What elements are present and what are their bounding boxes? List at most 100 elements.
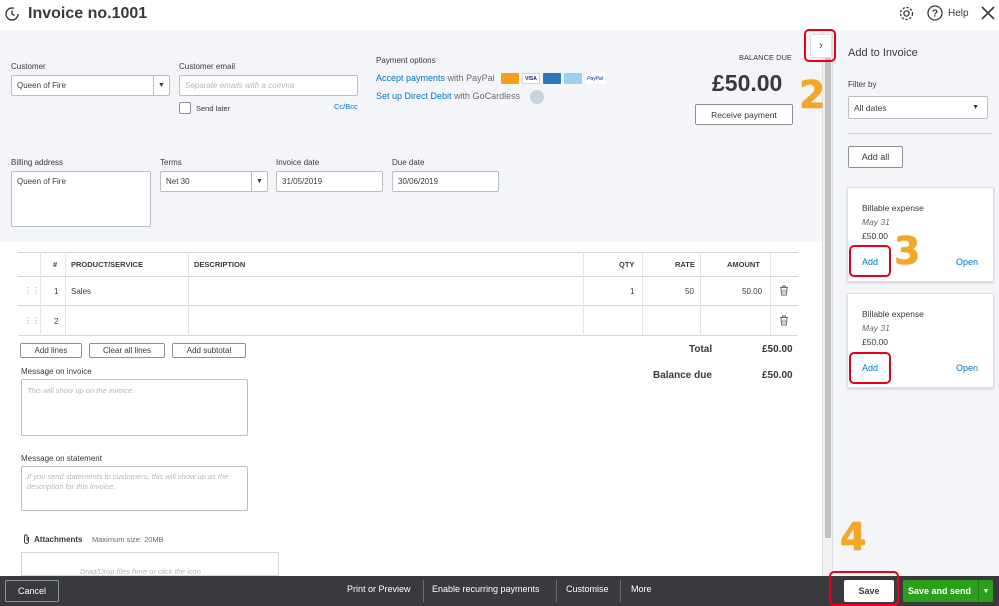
card-amount: £50.00 (862, 231, 888, 241)
close-icon[interactable] (980, 5, 996, 23)
receive-payment-button[interactable]: Receive payment (695, 104, 793, 125)
message-on-statement-placeholder: If you send statements to customers, thi… (27, 472, 229, 491)
customer-email-field[interactable]: Separate emails with a comma (179, 75, 358, 96)
svg-text:?: ? (932, 9, 938, 20)
gocardless-text: with GoCardless (454, 91, 521, 101)
help-icon[interactable]: ? (927, 5, 943, 23)
card-type: Billable expense (862, 203, 924, 213)
send-later-label: Send later (196, 104, 231, 113)
customer-email-placeholder: Separate emails with a comma (185, 81, 295, 90)
col-header-rate: RATE (675, 260, 695, 269)
sidebar-title: Add to Invoice (848, 47, 918, 59)
card-date: May 31 (862, 323, 890, 333)
direct-debit-line: Set up Direct Debit with GoCardless (376, 91, 520, 101)
trash-icon[interactable] (779, 285, 789, 298)
col-header-product: PRODUCT/SERVICE (71, 260, 143, 269)
billing-address-field[interactable]: Queen of Fire (11, 171, 151, 227)
footer-divider (423, 580, 424, 602)
row-1-qty[interactable]: 1 (630, 287, 634, 296)
total-label: Total (689, 344, 713, 355)
help-label[interactable]: Help (948, 8, 969, 19)
due-date-label: Due date (392, 158, 425, 167)
message-on-invoice-label: Message on invoice (21, 367, 92, 376)
card-type: Billable expense (862, 309, 924, 319)
more-link[interactable]: More (631, 584, 652, 594)
sidebar-divider (848, 133, 993, 134)
save-and-send-button[interactable]: Save and send ▼ (903, 580, 993, 602)
col-header-amount: AMOUNT (727, 260, 760, 269)
gocardless-icon (530, 90, 544, 104)
row-1-num: 1 (54, 287, 59, 296)
customise-link[interactable]: Customise (566, 584, 609, 594)
card-amount: £50.00 (862, 337, 888, 347)
balance-due-label: BALANCE DUE (739, 53, 792, 62)
attachments-dropzone[interactable]: Drag/Drop files here or click the icon (21, 552, 279, 576)
customer-value: Queen of Fire (17, 81, 66, 90)
footer-divider (556, 580, 557, 602)
customer-label: Customer (11, 62, 46, 71)
row-1-amount[interactable]: 50.00 (742, 287, 762, 296)
chevron-down-icon: ▼ (153, 76, 169, 95)
total-value: £50.00 (762, 344, 793, 355)
attachments-label: Attachments (34, 535, 83, 544)
balance-due-total-value: £50.00 (762, 370, 793, 381)
col-header-num: # (53, 260, 58, 269)
annotation-highlight-collapse (804, 29, 836, 62)
enable-recurring-link[interactable]: Enable recurring payments (432, 584, 540, 594)
customer-select[interactable]: Queen of Fire ▼ (11, 75, 170, 96)
filter-by-value: All dates (854, 102, 887, 113)
save-options-dropdown[interactable]: ▼ (978, 580, 993, 602)
add-all-button[interactable]: Add all (848, 146, 903, 168)
card-brand-logos: VISA PayPal (501, 73, 605, 84)
invoice-date-label: Invoice date (276, 158, 320, 167)
save-and-send-label: Save and send (908, 586, 972, 596)
col-header-qty: QTY (619, 260, 635, 269)
send-later-checkbox[interactable] (179, 102, 191, 114)
due-date-value: 30/06/2019 (398, 177, 439, 186)
annotation-step-3: 3 (894, 229, 921, 273)
annotation-highlight-add-2 (849, 352, 891, 384)
card-open-link[interactable]: Open (956, 363, 978, 373)
payment-options-label: Payment options (376, 56, 436, 65)
accept-payments-link[interactable]: Accept payments (376, 73, 445, 83)
message-on-invoice-placeholder: This will show up on the invoice. (27, 386, 135, 395)
trash-icon[interactable] (779, 315, 789, 328)
add-subtotal-button[interactable]: Add subtotal (172, 343, 246, 358)
drag-handle-icon[interactable]: ⋮⋮ (24, 316, 40, 325)
row-1-rate[interactable]: 50 (685, 287, 694, 296)
message-on-statement-label: Message on statement (21, 454, 102, 463)
annotation-highlight-add-1 (849, 245, 891, 277)
paypal-text: with PayPal (447, 73, 495, 83)
footer-divider (620, 580, 621, 602)
recent-history-icon[interactable] (4, 6, 20, 24)
due-date-field[interactable]: 30/06/2019 (392, 171, 499, 192)
paperclip-icon (22, 533, 31, 547)
print-preview-link[interactable]: Print or Preview (347, 584, 411, 594)
balance-due-total-label: Balance due (653, 370, 712, 381)
row-1-product[interactable]: Sales (71, 287, 91, 296)
add-lines-button[interactable]: Add lines (20, 343, 82, 358)
settings-gear-icon[interactable] (898, 5, 915, 24)
filter-by-label: Filter by (848, 80, 877, 89)
drag-handle-icon[interactable]: ⋮⋮ (24, 286, 40, 295)
message-on-invoice-field[interactable]: This will show up on the invoice. (21, 379, 248, 436)
terms-select[interactable]: Net 30 ▼ (160, 171, 268, 192)
cc-bcc-link[interactable]: Cc/Bcc (334, 102, 358, 111)
direct-debit-link[interactable]: Set up Direct Debit (376, 91, 452, 101)
annotation-highlight-save (829, 571, 899, 606)
filter-by-select[interactable]: All dates ▼ (848, 96, 988, 119)
annotation-step-2: 2 (799, 73, 826, 117)
header-bar: Invoice no.1001 ? Help (0, 0, 999, 30)
paypal-icon: PayPal (585, 73, 605, 84)
mastercard-icon (501, 73, 519, 84)
cancel-button[interactable]: Cancel (5, 580, 59, 602)
discover-icon (564, 73, 582, 84)
message-on-statement-field[interactable]: If you send statements to customers, thi… (21, 466, 248, 511)
amex-icon (543, 73, 561, 84)
page-title: Invoice no.1001 (28, 5, 148, 22)
scrollbar-thumb[interactable] (825, 58, 831, 538)
invoice-date-field[interactable]: 31/05/2019 (276, 171, 383, 192)
card-open-link[interactable]: Open (956, 257, 978, 267)
terms-label: Terms (160, 158, 182, 167)
clear-all-lines-button[interactable]: Clear all lines (89, 343, 165, 358)
